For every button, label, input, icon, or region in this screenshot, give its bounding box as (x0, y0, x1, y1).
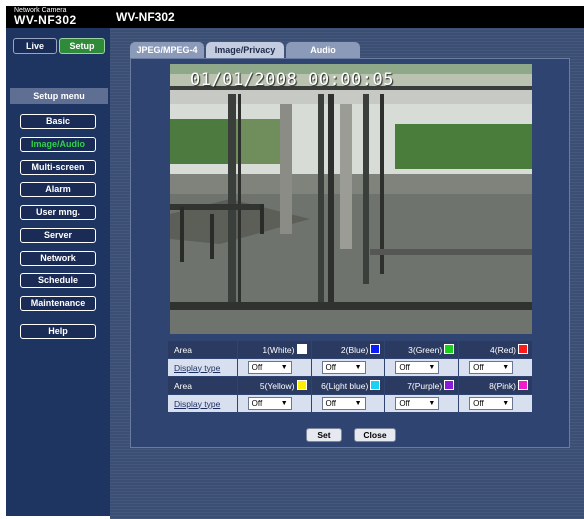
area-7-color-swatch (444, 380, 455, 390)
menu-user-mng-button[interactable]: User mng. (20, 205, 96, 220)
set-button[interactable]: Set (306, 428, 342, 442)
area-7-cell: Off ▼ (384, 394, 460, 413)
area-2-cell: Off ▼ (310, 358, 386, 377)
display-type-link[interactable]: Display type (167, 358, 238, 377)
chevron-down-icon: ▼ (502, 364, 510, 371)
area-4-cell: Off ▼ (458, 358, 533, 377)
area-2-header: 2(Blue) (310, 340, 386, 359)
area-7-name: 7(Purple) (407, 381, 443, 391)
area-8-header: 8(Pink) (458, 376, 533, 395)
brand-logo: Network Camera WV-NF302 (6, 6, 110, 28)
live-button[interactable]: Live (13, 38, 57, 54)
area-3-display-value: Off (399, 363, 410, 372)
chevron-down-icon: ▼ (354, 400, 362, 407)
chevron-down-icon: ▼ (428, 400, 436, 407)
area-1-color-swatch (296, 344, 307, 354)
privacy-area-table: Area 1(White) 2(Blue) 3(Green) 4(Red) Di… (167, 340, 533, 413)
display-type-row-1: Display type Off ▼ Off ▼ Off ▼ Off ▼ (167, 358, 533, 377)
area-5-display-value: Off (251, 399, 263, 408)
area-8-display-select[interactable]: Off ▼ (469, 397, 514, 410)
area-7-display-select[interactable]: Off ▼ (395, 397, 440, 410)
area-6-cell: Off ▼ (310, 394, 386, 413)
area-row-1: Area 1(White) 2(Blue) 3(Green) 4(Red) (167, 340, 533, 359)
area-2-display-select[interactable]: Off ▼ (321, 361, 366, 374)
area-label: Area (167, 340, 238, 359)
area-5-name: 5(Yellow) (259, 381, 295, 391)
setup-button[interactable]: Setup (59, 38, 105, 54)
tab-audio[interactable]: Audio (286, 42, 360, 58)
area-8-cell: Off ▼ (458, 394, 533, 413)
area-row-2: Area 5(Yellow) 6(Light blue) 7(Purple) 8… (167, 376, 533, 395)
area-label-2: Area (167, 376, 238, 395)
area-6-color-swatch (370, 380, 381, 390)
menu-alarm-button[interactable]: Alarm (20, 182, 96, 197)
chevron-down-icon: ▼ (354, 364, 362, 371)
area-8-color-swatch (518, 380, 528, 390)
area-2-name: 2(Blue) (340, 345, 369, 355)
area-6-display-value: Off (325, 399, 337, 408)
area-4-header: 4(Red) (458, 340, 533, 359)
brand-model: WV-NF302 (14, 13, 77, 27)
menu-server-button[interactable]: Server (20, 228, 96, 243)
display-type-row-2: Display type Off ▼ Off ▼ Off ▼ Off ▼ (167, 394, 533, 413)
area-5-header: 5(Yellow) (236, 376, 312, 395)
area-3-color-swatch (444, 344, 455, 354)
area-4-display-select[interactable]: Off ▼ (469, 361, 514, 374)
area-1-header: 1(White) (236, 340, 312, 359)
area-3-cell: Off ▼ (384, 358, 460, 377)
area-1-display-value: Off (251, 363, 263, 372)
menu-basic-button[interactable]: Basic (20, 114, 96, 129)
help-button[interactable]: Help (20, 324, 96, 339)
area-4-display-value: Off (473, 363, 484, 372)
area-5-color-swatch (296, 380, 307, 390)
area-6-header: 6(Light blue) (310, 376, 386, 395)
header-bar: WV-NF302 (110, 6, 584, 28)
area-8-display-value: Off (473, 399, 484, 408)
menu-network-button[interactable]: Network (20, 251, 96, 266)
area-4-color-swatch (518, 344, 528, 354)
setup-menu-title: Setup menu (10, 88, 108, 104)
area-7-display-value: Off (399, 399, 410, 408)
chevron-down-icon: ▼ (280, 400, 288, 407)
menu-schedule-button[interactable]: Schedule (20, 273, 96, 288)
chevron-down-icon: ▼ (502, 400, 510, 407)
area-6-display-select[interactable]: Off ▼ (321, 397, 366, 410)
area-7-header: 7(Purple) (384, 376, 460, 395)
camera-timestamp: 01/01/2008 00:00:05 (190, 70, 394, 90)
area-5-cell: Off ▼ (236, 394, 312, 413)
area-1-display-select[interactable]: Off ▼ (247, 361, 292, 374)
page-title: WV-NF302 (116, 10, 175, 24)
close-button[interactable]: Close (354, 428, 396, 442)
menu-maintenance-button[interactable]: Maintenance (20, 296, 96, 311)
camera-image[interactable]: 01/01/2008 00:00:05 (170, 64, 532, 334)
camera-scene (170, 64, 532, 334)
tab-jpeg-mpeg4[interactable]: JPEG/MPEG-4 (130, 42, 204, 58)
area-1-name: 1(White) (262, 345, 295, 355)
display-type-link-2[interactable]: Display type (167, 394, 238, 413)
area-2-color-swatch (370, 344, 381, 354)
area-2-display-value: Off (325, 363, 337, 372)
area-3-name: 3(Green) (408, 345, 443, 355)
area-4-name: 4(Red) (490, 345, 516, 355)
menu-image-audio-button[interactable]: Image/Audio (20, 137, 96, 152)
area-3-display-select[interactable]: Off ▼ (395, 361, 440, 374)
area-1-cell: Off ▼ (236, 358, 312, 377)
area-3-header: 3(Green) (384, 340, 460, 359)
chevron-down-icon: ▼ (280, 364, 288, 371)
tab-image-privacy[interactable]: Image/Privacy (206, 42, 284, 59)
menu-multi-screen-button[interactable]: Multi-screen (20, 160, 96, 175)
area-6-name: 6(Light blue) (321, 381, 369, 391)
chevron-down-icon: ▼ (428, 364, 436, 371)
area-5-display-select[interactable]: Off ▼ (247, 397, 292, 410)
area-8-name: 8(Pink) (489, 381, 516, 391)
